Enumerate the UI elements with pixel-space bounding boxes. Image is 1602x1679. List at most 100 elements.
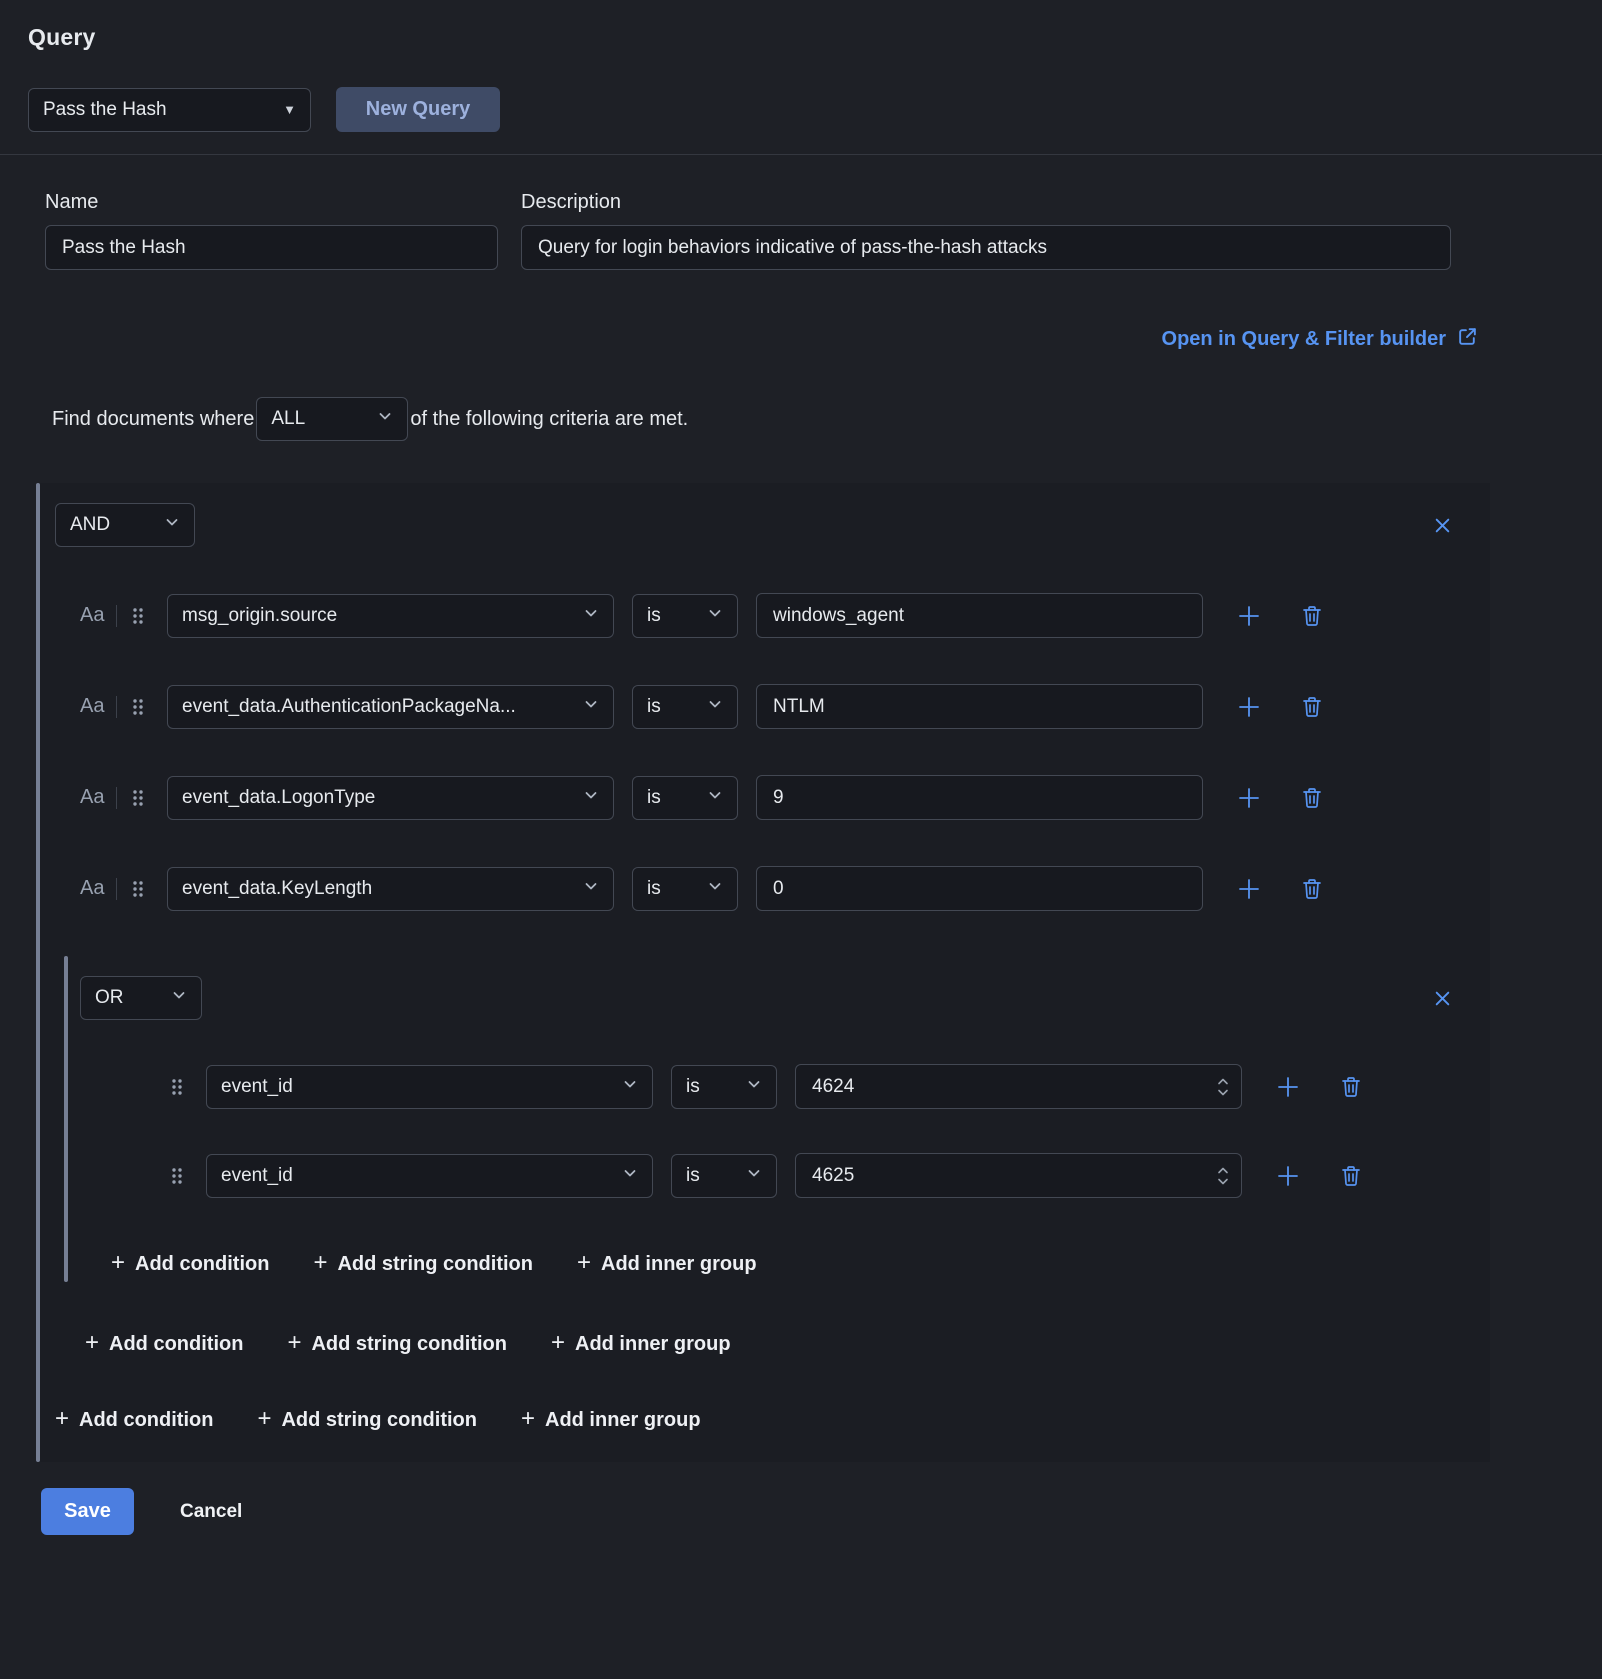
drag-handle-icon[interactable] [170, 1077, 184, 1097]
plus-icon: + [521, 1407, 535, 1431]
value-input[interactable] [795, 1064, 1242, 1109]
group-operator-select[interactable]: AND [55, 503, 195, 547]
delete-condition-icon[interactable] [1301, 786, 1323, 810]
value-input[interactable] [756, 593, 1203, 638]
description-label: Description [521, 191, 1451, 214]
drag-handle-icon[interactable] [170, 1166, 184, 1186]
add-string-condition-button[interactable]: + Add string condition [257, 1408, 477, 1432]
add-string-condition-button[interactable]: + Add string condition [313, 1252, 533, 1276]
delete-condition-icon[interactable] [1301, 604, 1323, 628]
number-stepper-icon[interactable] [1217, 1077, 1229, 1096]
number-value-field [795, 1064, 1242, 1109]
operator-select[interactable]: is [632, 776, 738, 820]
plus-icon: + [111, 1251, 125, 1275]
condition-row: Aa event_data.KeyLength is [36, 866, 1490, 911]
match-all-select[interactable]: ALL [256, 397, 408, 441]
operator-select[interactable]: is [671, 1154, 777, 1198]
operator-select-value: is [647, 696, 661, 718]
add-condition-icon[interactable] [1237, 786, 1261, 810]
open-query-filter-builder-link[interactable]: Open in Query & Filter builder [1162, 326, 1478, 353]
value-input[interactable] [756, 866, 1203, 911]
delete-condition-icon[interactable] [1340, 1164, 1362, 1188]
drag-handle-icon[interactable] [131, 697, 145, 717]
operator-select[interactable]: is [632, 594, 738, 638]
field-select[interactable]: event_id [206, 1065, 653, 1109]
drag-handle-icon[interactable] [131, 606, 145, 626]
add-inner-group-label: Add inner group [601, 1253, 757, 1276]
drag-handle-icon[interactable] [131, 788, 145, 808]
chevron-down-icon [171, 987, 187, 1009]
divider [116, 878, 117, 900]
add-condition-button[interactable]: + Add condition [55, 1408, 213, 1432]
cancel-button[interactable]: Cancel [180, 1501, 242, 1523]
plus-icon: + [313, 1251, 327, 1275]
add-inner-group-button[interactable]: + Add inner group [577, 1252, 757, 1276]
value-input[interactable] [756, 684, 1203, 729]
field-select[interactable]: event_data.LogonType [167, 776, 614, 820]
chevron-down-icon [622, 1165, 638, 1187]
add-condition-button[interactable]: + Add condition [85, 1332, 243, 1356]
description-field-group: Description [521, 191, 1451, 270]
operator-select[interactable]: is [671, 1065, 777, 1109]
operator-select[interactable]: is [632, 867, 738, 911]
plus-icon: + [551, 1331, 565, 1355]
condition-row: Aa event_data.LogonType is [36, 775, 1490, 820]
description-input[interactable] [521, 225, 1451, 270]
save-button[interactable]: Save [41, 1488, 134, 1535]
caret-down-icon: ▼ [283, 102, 296, 117]
add-inner-group-button[interactable]: + Add inner group [521, 1408, 701, 1432]
chevron-down-icon [377, 408, 393, 430]
field-select-value: msg_origin.source [182, 605, 337, 627]
add-condition-label: Add condition [109, 1333, 243, 1356]
criteria-prefix: Find documents where [52, 408, 254, 431]
saved-query-select[interactable]: Pass the Hash ▼ [28, 88, 311, 132]
add-condition-icon[interactable] [1276, 1075, 1300, 1099]
chevron-down-icon [583, 878, 599, 900]
number-stepper-icon[interactable] [1217, 1166, 1229, 1185]
chevron-down-icon [583, 696, 599, 718]
remove-group-icon[interactable] [1431, 514, 1454, 537]
add-inner-group-button[interactable]: + Add inner group [551, 1332, 731, 1356]
field-select[interactable]: event_id [206, 1154, 653, 1198]
divider [116, 696, 117, 718]
field-select-value: event_id [221, 1165, 293, 1187]
or-group-actions: + Add condition + Add string condition +… [64, 1252, 1490, 1276]
operator-select[interactable]: is [632, 685, 738, 729]
drag-handle-icon[interactable] [131, 879, 145, 899]
plus-icon: + [577, 1251, 591, 1275]
add-condition-icon[interactable] [1237, 695, 1261, 719]
field-select[interactable]: msg_origin.source [167, 594, 614, 638]
divider [116, 787, 117, 809]
root-group-actions: + Add condition + Add string condition +… [36, 1408, 1490, 1432]
delete-condition-icon[interactable] [1301, 695, 1323, 719]
value-input[interactable] [756, 775, 1203, 820]
or-group: OR event_id is [64, 956, 1490, 1282]
add-condition-icon[interactable] [1237, 604, 1261, 628]
condition-row: Aa msg_origin.source is [36, 593, 1490, 638]
add-condition-icon[interactable] [1237, 877, 1261, 901]
operator-select-value: is [686, 1165, 700, 1187]
remove-group-icon[interactable] [1431, 987, 1454, 1010]
chevron-down-icon [583, 605, 599, 627]
condition-row: Aa event_data.AuthenticationPackageNa...… [36, 684, 1490, 729]
operator-select-value: is [647, 605, 661, 627]
field-select-value: event_data.AuthenticationPackageNa... [182, 696, 516, 718]
delete-condition-icon[interactable] [1340, 1075, 1362, 1099]
add-condition-label: Add condition [79, 1409, 213, 1432]
plus-icon: + [287, 1331, 301, 1355]
add-inner-group-label: Add inner group [575, 1333, 731, 1356]
field-select[interactable]: event_data.KeyLength [167, 867, 614, 911]
add-condition-icon[interactable] [1276, 1164, 1300, 1188]
saved-query-select-value: Pass the Hash [43, 99, 167, 121]
field-select[interactable]: event_data.AuthenticationPackageNa... [167, 685, 614, 729]
delete-condition-icon[interactable] [1301, 877, 1323, 901]
name-input[interactable] [45, 225, 498, 270]
new-query-button[interactable]: New Query [336, 87, 500, 132]
add-condition-label: Add condition [135, 1253, 269, 1276]
value-input[interactable] [795, 1153, 1242, 1198]
field-select-value: event_data.LogonType [182, 787, 375, 809]
add-string-condition-button[interactable]: + Add string condition [287, 1332, 507, 1356]
group-operator-select[interactable]: OR [80, 976, 202, 1020]
condition-row: event_id is [64, 1153, 1490, 1198]
add-condition-button[interactable]: + Add condition [111, 1252, 269, 1276]
